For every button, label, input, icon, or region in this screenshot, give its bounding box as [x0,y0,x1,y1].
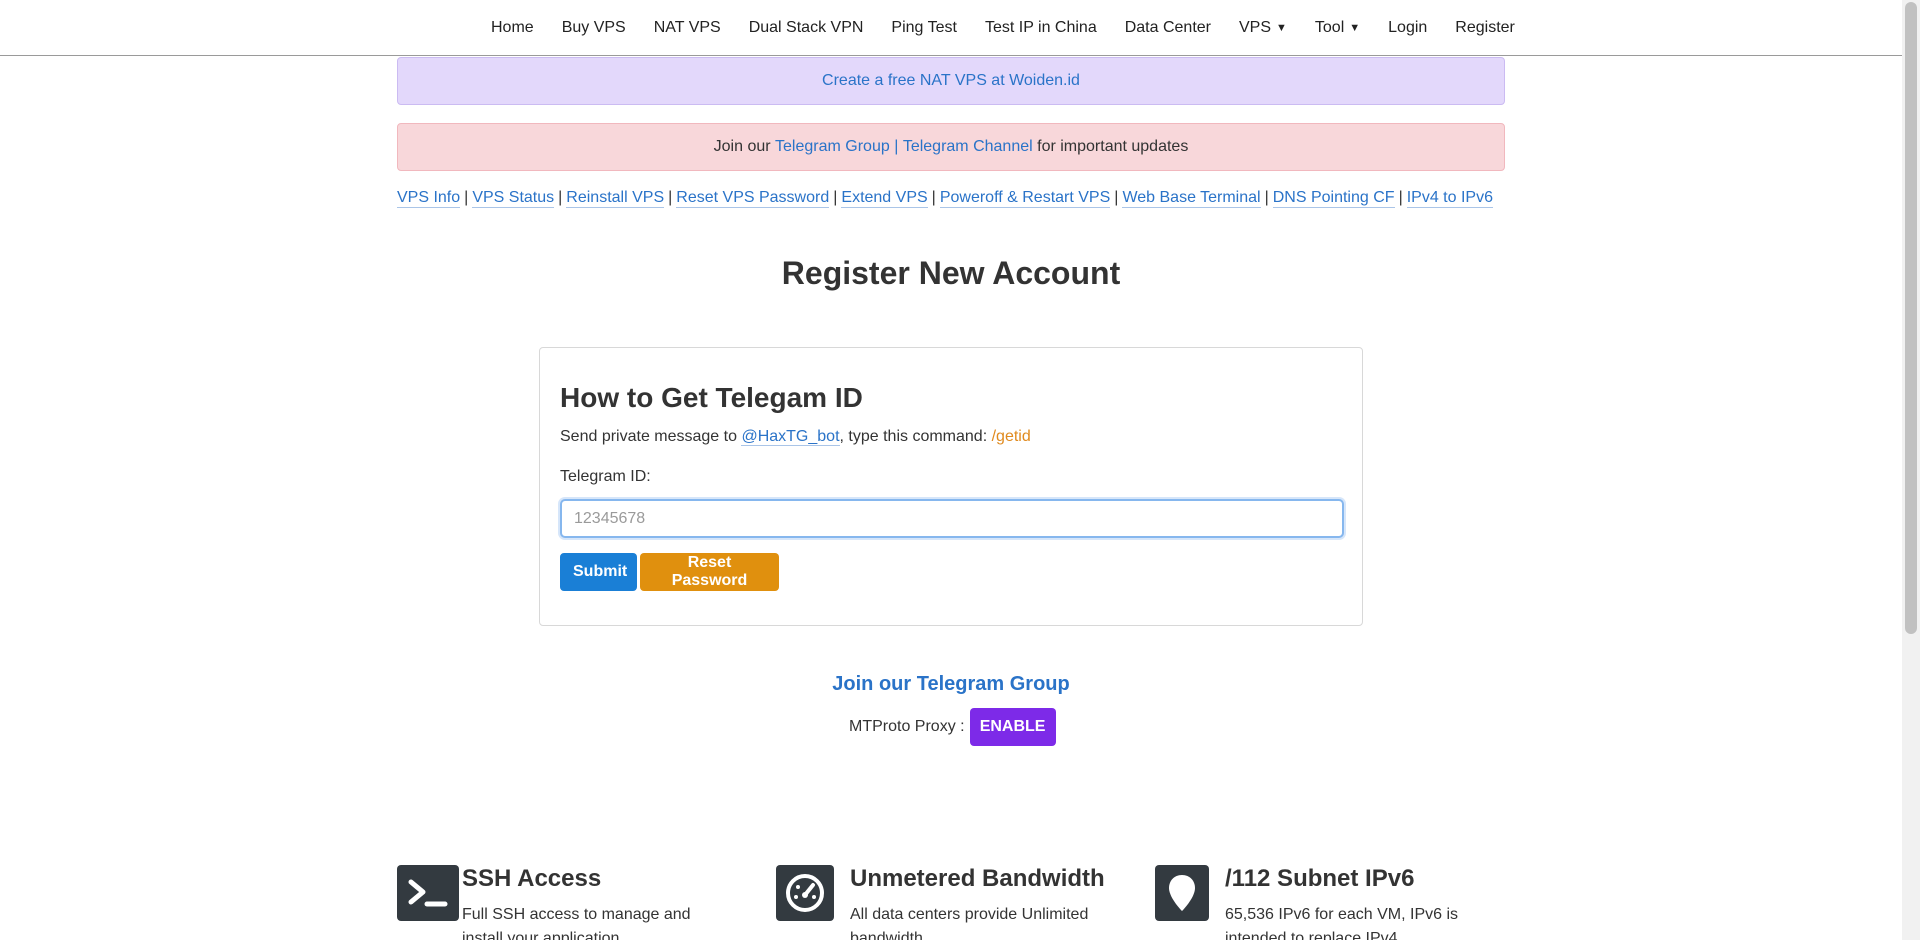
telegram-group-link[interactable]: Telegram Group [775,138,890,156]
feature-unmetered-bandwidth: Unmetered Bandwidth All data centers pro… [776,865,1116,940]
join-telegram-group-link[interactable]: Join our Telegram Group [832,673,1069,695]
chevron-down-icon: ▼ [1276,21,1287,34]
feature-title: SSH Access [462,865,602,892]
woiden-link[interactable]: Create a free NAT VPS at Woiden.id [822,72,1080,90]
feature-ipv6-subnet: /112 Subnet IPv6 65,536 IPv6 for each VM… [1155,865,1495,940]
feature-title: /112 Subnet IPv6 [1225,865,1415,892]
chevron-down-icon: ▼ [1349,21,1361,34]
quicklink-web-terminal[interactable]: Web Base Terminal [1122,189,1261,208]
nav-ping-test[interactable]: Ping Test [877,19,971,37]
nav-tool-dropdown[interactable]: Tool ▼ [1301,19,1374,37]
telegram-banner: Join our Telegram Group | Telegram Chann… [397,123,1505,171]
enable-proxy-button[interactable]: ENABLE [969,708,1056,746]
nav-login[interactable]: Login [1374,19,1441,37]
quicklink-vps-info[interactable]: VPS Info [397,189,461,208]
quicklink-reset-vps-password[interactable]: Reset VPS Password [676,189,830,208]
form-instructions: Send private message to @HaxTG_bot, type… [560,428,1031,446]
nav-dual-stack-vpn[interactable]: Dual Stack VPN [735,19,878,37]
nav-buy-vps[interactable]: Buy VPS [548,19,640,37]
nav-home[interactable]: Home [477,19,548,37]
nav-nat-vps[interactable]: NAT VPS [640,19,735,37]
quicklink-poweroff-restart[interactable]: Poweroff & Restart VPS [939,189,1111,208]
getid-command: /getid [991,428,1031,445]
banner-suffix: for important updates [1037,138,1189,155]
quicklink-dns-pointing-cf[interactable]: DNS Pointing CF [1272,189,1395,208]
register-form-card: How to Get Telegam ID Send private messa… [539,347,1363,626]
telegram-channel-link[interactable]: Telegram Channel [903,138,1033,156]
telegram-id-input[interactable] [560,499,1344,538]
banner-prefix: Join our [713,138,771,155]
nav-tool-label: Tool [1314,18,1345,36]
page-scrollbar[interactable] [1902,0,1920,940]
top-navbar: Home Buy VPS NAT VPS Dual Stack VPN Ping… [0,0,1902,56]
mtproto-proxy: MTProto Proxy : ENABLE [849,708,1056,746]
nav-data-center[interactable]: Data Center [1111,19,1225,37]
feature-title: Unmetered Bandwidth [850,865,1105,892]
nav-menu: Home Buy VPS NAT VPS Dual Stack VPN Ping… [477,0,1529,55]
nav-register[interactable]: Register [1441,19,1529,37]
form-heading: How to Get Telegam ID [560,382,863,413]
submit-button[interactable]: Submit [560,553,637,591]
scrollbar-thumb[interactable] [1905,2,1917,634]
telegram-id-label: Telegram ID: [560,468,651,485]
page-title: Register New Account [781,255,1121,291]
instr-prefix: Send private message to [560,428,737,445]
telegram-group-section: Join our Telegram Group [0,673,1902,696]
map-pin-icon [1155,865,1209,921]
feature-ssh-access: SSH Access Full SSH access to manage and… [397,865,737,940]
feature-desc: 65,536 IPv6 for each VM, IPv6 is intende… [1225,906,1459,940]
quicklink-extend-vps[interactable]: Extend VPS [841,189,928,208]
feature-desc: All data centers provide Unlimited bandw… [850,906,1089,940]
nav-vps-dropdown[interactable]: VPS ▼ [1225,19,1301,37]
quicklink-reinstall-vps[interactable]: Reinstall VPS [566,189,665,208]
quicklink-vps-status[interactable]: VPS Status [472,189,555,208]
vps-quicklinks: VPS Info | VPS Status | Reinstall VPS | Reset … [397,189,1493,208]
speedometer-icon [776,865,834,921]
nav-vps-label: VPS [1238,18,1271,36]
reset-password-button[interactable]: Reset Password [640,553,779,591]
feature-desc: Full SSH access to manage and install yo… [462,906,691,940]
instr-middle: , type this command: [839,428,988,445]
nat-vps-banner: Create a free NAT VPS at Woiden.id [397,57,1505,105]
nav-test-ip-china[interactable]: Test IP in China [971,19,1111,37]
quicklink-ipv4-to-ipv6[interactable]: IPv4 to IPv6 [1406,189,1493,208]
proxy-label: MTProto Proxy : [849,718,965,735]
terminal-icon [397,865,459,921]
banner-separator: | [894,138,899,155]
bot-link[interactable]: @HaxTG_bot [741,428,840,446]
